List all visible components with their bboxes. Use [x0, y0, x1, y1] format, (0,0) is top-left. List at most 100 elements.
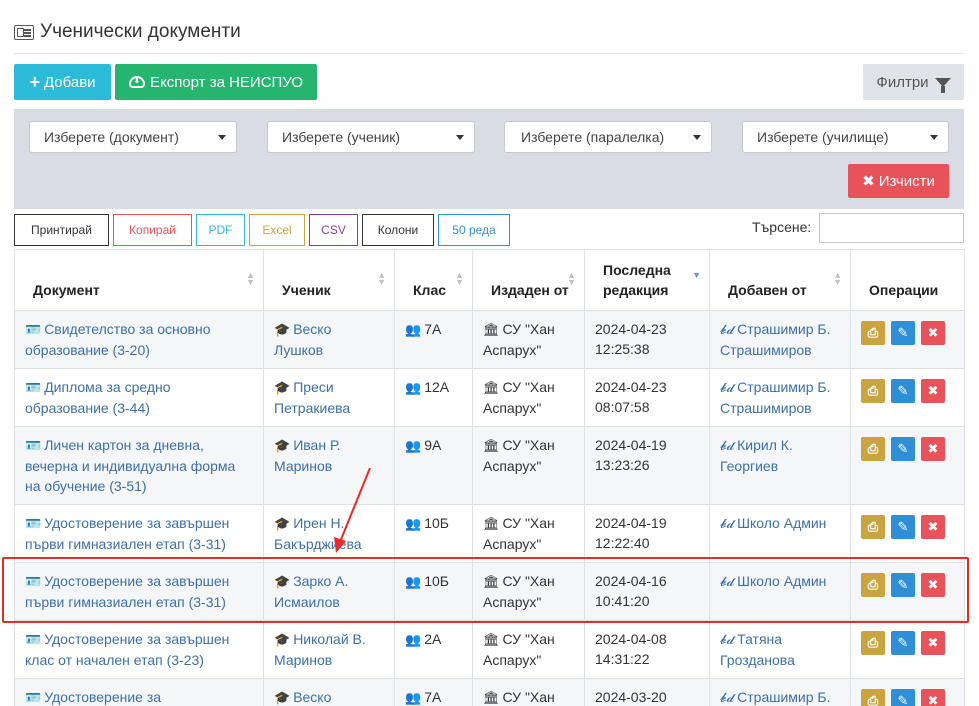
- sort-icon: ▲ ▼: [377, 270, 386, 287]
- column-header-edited[interactable]: Последна редакция ▼: [584, 249, 710, 311]
- added-by-link[interactable]: Страшимир Б. Страшимиров: [720, 379, 831, 416]
- added-by-link[interactable]: Школо Админ: [737, 573, 826, 589]
- cloud-download-icon: [128, 75, 145, 88]
- document-cell: 🪪 Диплома за средно образование (3-44): [14, 368, 264, 427]
- delete-icon[interactable]: ✖: [921, 573, 945, 597]
- edit-icon[interactable]: ✎: [891, 437, 915, 461]
- document-select[interactable]: Изберете (документ): [29, 121, 237, 153]
- table-row: 🪪 Свидетелство за основно образование (3-…: [14, 310, 965, 369]
- class-value: 2А: [424, 631, 442, 647]
- filters-button[interactable]: Филтри: [863, 64, 964, 100]
- document-link[interactable]: Личен картон за дневна, вечерна и индиви…: [25, 437, 235, 494]
- class-group-icon: 👥: [405, 690, 422, 705]
- column-header-document[interactable]: Документ ▲ ▼: [14, 249, 264, 311]
- delete-icon[interactable]: ✖: [921, 379, 945, 403]
- document-link[interactable]: Удостоверение за: [44, 689, 161, 705]
- class-value: 12А: [424, 379, 450, 395]
- document-link[interactable]: Диплома за средно образование (3-44): [25, 379, 171, 416]
- delete-icon[interactable]: ✖: [921, 631, 945, 655]
- document-link[interactable]: Удостоверение за завършен първи гимназиа…: [25, 573, 229, 610]
- pdf-icon[interactable]: ⎙: [861, 689, 885, 706]
- excel-button[interactable]: Excel: [249, 214, 305, 246]
- column-header-class[interactable]: Клас ▲ ▼: [394, 249, 473, 311]
- delete-icon[interactable]: ✖: [921, 515, 945, 539]
- edit-icon[interactable]: ✎: [891, 573, 915, 597]
- edited-cell: 2024-04-08 14:31:22: [584, 620, 710, 679]
- add-button[interactable]: + Добави: [14, 64, 111, 100]
- pdf-icon[interactable]: ⎙: [861, 631, 885, 655]
- pdf-icon[interactable]: ⎙: [861, 515, 885, 539]
- search-input[interactable]: [819, 213, 964, 243]
- class-group-icon: 👥: [405, 516, 422, 531]
- class-group-icon: 👥: [405, 632, 422, 647]
- sort-icon: ▲ ▼: [246, 270, 255, 287]
- table-row: 🪪 Удостоверение за завършен клас от начал…: [14, 620, 965, 679]
- added-by-cell: 𝓫𝓭 Школо Админ: [709, 504, 851, 563]
- delete-icon[interactable]: ✖: [921, 437, 945, 461]
- columns-button[interactable]: Колони: [362, 214, 434, 246]
- added-by-link[interactable]: Школо Админ: [737, 515, 826, 531]
- id-card-icon: 🪪: [25, 516, 42, 531]
- student-select[interactable]: Изберете (ученик): [267, 121, 475, 153]
- class-cell: 👥 10Б: [394, 562, 473, 621]
- print-button[interactable]: Принтирай: [14, 214, 109, 246]
- edit-icon[interactable]: ✎: [891, 515, 915, 539]
- student-link[interactable]: Веско: [293, 689, 331, 705]
- column-header-issuer[interactable]: Издаден от ▲ ▼: [472, 249, 585, 311]
- class-group-icon: 👥: [405, 438, 422, 453]
- edit-icon[interactable]: ✎: [891, 379, 915, 403]
- document-link[interactable]: Свидетелство за основно образование (3-2…: [25, 321, 211, 358]
- delete-icon[interactable]: ✖: [921, 321, 945, 345]
- pdf-icon[interactable]: ⎙: [861, 321, 885, 345]
- edited-value: 2024-04-19 13:23:26: [595, 437, 667, 473]
- school-select[interactable]: Изберете (училище): [742, 121, 949, 153]
- column-header-student[interactable]: Ученик ▲ ▼: [263, 249, 395, 311]
- class-cell: 👥 7А: [394, 310, 473, 369]
- column-header-added-by[interactable]: Добавен от ▲ ▼: [709, 249, 851, 311]
- pdf-icon[interactable]: ⎙: [861, 437, 885, 461]
- issuer-cell: 🏛 СУ "Хан: [472, 678, 585, 706]
- student-cell: 🎓 Зарко А. Исмаилов: [263, 562, 395, 621]
- pdf-button[interactable]: PDF: [196, 214, 245, 246]
- added-by-link[interactable]: Страшимир Б.: [737, 689, 830, 705]
- documents-table: Документ ▲ ▼ Ученик ▲ ▼ Клас ▲ ▼ Издаден от ▲ ▼ …: [14, 249, 965, 706]
- table-row: 🪪 Личен картон за дневна, вечерна и индив…: [14, 426, 965, 505]
- pdf-icon[interactable]: ⎙: [861, 379, 885, 403]
- edit-icon[interactable]: ✎: [891, 631, 915, 655]
- operations-cell: ⎙ ✎ ✖: [850, 426, 965, 505]
- edited-cell: 2024-04-19 12:22:40: [584, 504, 710, 563]
- issuer-cell: 🏛 СУ "Хан Аспарух": [472, 620, 585, 679]
- csv-button[interactable]: CSV: [309, 214, 358, 246]
- document-link[interactable]: Удостоверение за завършен клас от начале…: [25, 631, 229, 668]
- edit-icon[interactable]: ✎: [891, 689, 915, 706]
- school-icon: 🏛: [483, 690, 500, 705]
- graduate-icon: 🎓: [274, 380, 291, 395]
- school-icon: 🏛: [483, 438, 500, 453]
- clear-button[interactable]: ✖ Изчисти: [848, 164, 949, 198]
- class-select[interactable]: Изберете (паралелка): [504, 121, 712, 153]
- graduate-icon: 🎓: [274, 438, 291, 453]
- copy-button[interactable]: Копирай: [113, 214, 192, 246]
- table-row: 🪪 Удостоверение за 🎓 Веско 👥 7А 🏛 СУ "Хан 2024-0…: [14, 678, 965, 706]
- export-button[interactable]: Експорт за НЕИСПУО: [115, 64, 317, 100]
- rows-per-page-button[interactable]: 50 реда: [438, 214, 510, 246]
- edited-value: 2024-04-08 14:31:22: [595, 631, 667, 667]
- operations-cell: ⎙ ✎ ✖: [850, 620, 965, 679]
- document-link[interactable]: Удостоверение за завършен първи гимназиа…: [25, 515, 229, 552]
- class-cell: 👥 2А: [394, 620, 473, 679]
- added-by-cell: 𝓫𝓭 Школо Админ: [709, 562, 851, 621]
- added-by-link[interactable]: Страшимир Б. Страшимиров: [720, 321, 831, 358]
- edit-icon[interactable]: ✎: [891, 321, 915, 345]
- table-row: 🪪 Удостоверение за завършен първи гимнази…: [14, 504, 965, 563]
- student-cell: 🎓 Преси Петракиева: [263, 368, 395, 427]
- edited-value: 2024-03-20: [595, 689, 667, 705]
- user-icon: 𝓫𝓭: [720, 574, 735, 589]
- class-value: 7А: [424, 689, 442, 705]
- issuer-value: СУ "Хан: [502, 689, 555, 705]
- pdf-icon[interactable]: ⎙: [861, 573, 885, 597]
- id-card-icon: 🪪: [25, 632, 42, 647]
- delete-icon[interactable]: ✖: [921, 689, 945, 706]
- graduate-icon: 🎓: [274, 322, 291, 337]
- school-icon: 🏛: [483, 632, 500, 647]
- id-card-icon: 🪪: [25, 380, 42, 395]
